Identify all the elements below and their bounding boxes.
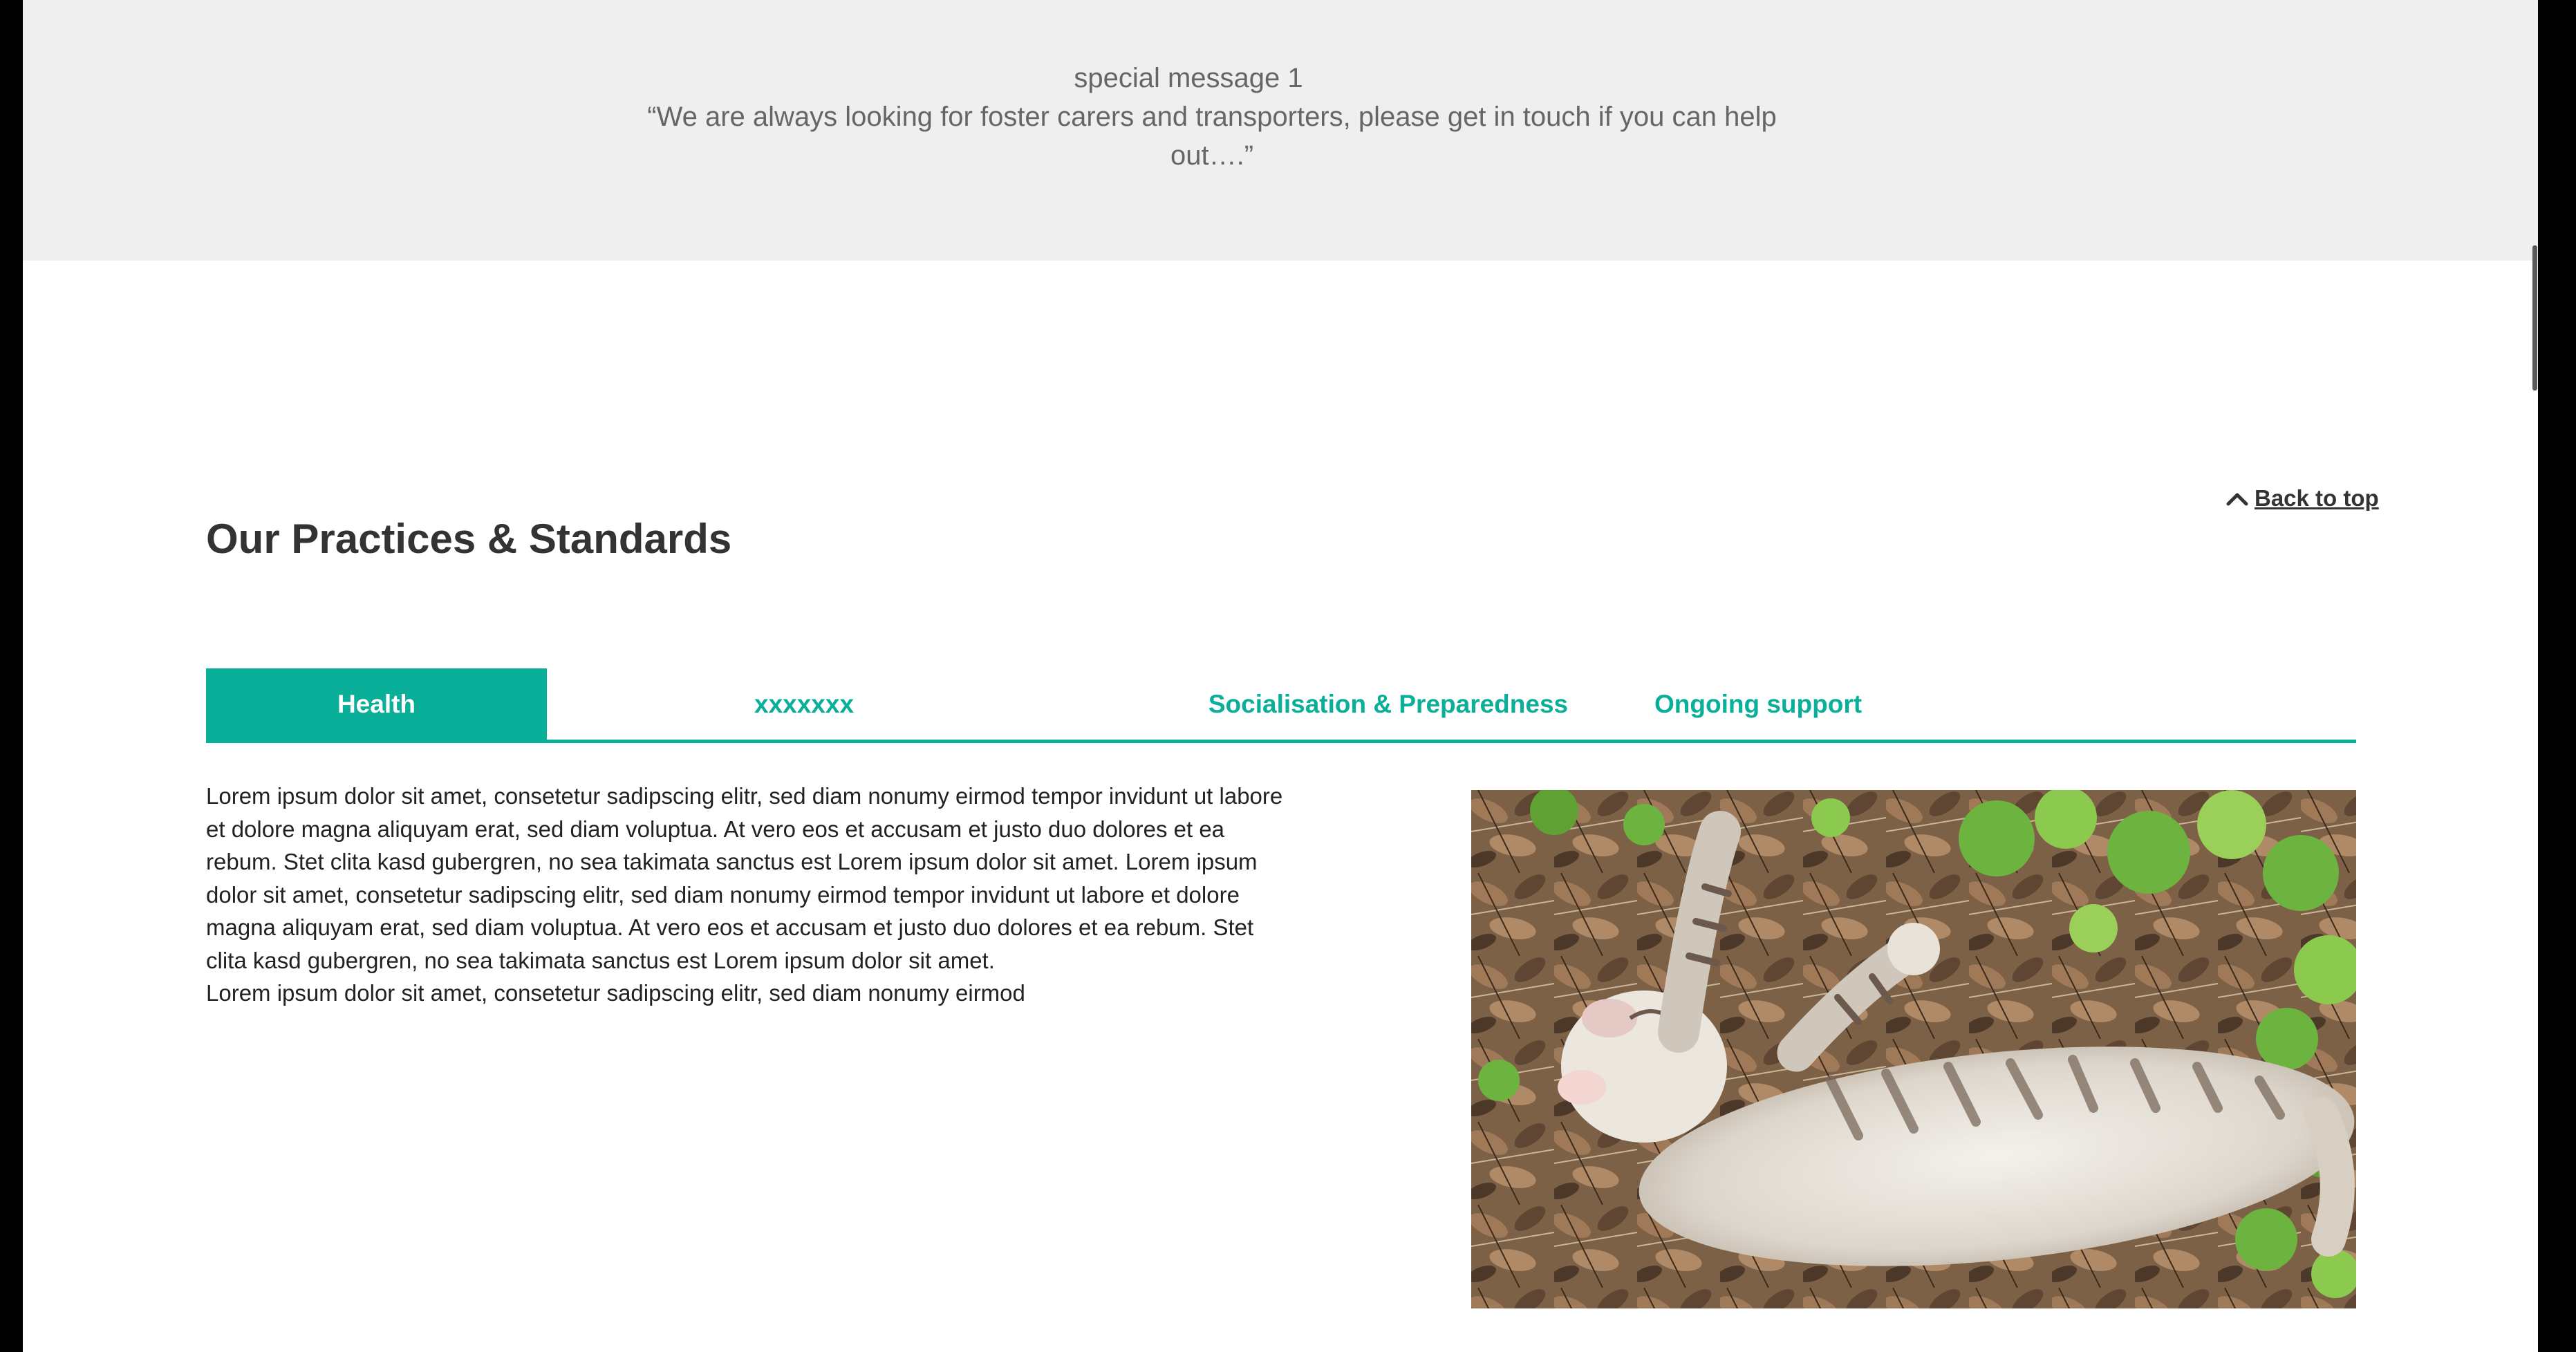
back-to-top-link[interactable]: Back to top [2225, 481, 2379, 516]
tab-xxxxxxx-label: xxxxxxx [754, 689, 855, 718]
scrollbar-track[interactable] [2538, 0, 2576, 1352]
special-message-quote: “We are always looking for foster carers… [647, 102, 1777, 171]
tab-ongoing-support[interactable]: Ongoing support [1654, 668, 1945, 740]
page-viewport: special message 1 “We are always looking… [23, 0, 2538, 1352]
cat-lying-on-leaves-image [1471, 790, 2356, 1308]
special-message-title: special message 1 [1074, 63, 1303, 93]
scrollbar-thumb[interactable] [2532, 245, 2537, 391]
back-to-top-label: Back to top [2255, 485, 2379, 511]
content-paragraph: Lorem ipsum dolor sit amet, consetetur s… [206, 783, 1283, 973]
special-message-band: special message 1 “We are always looking… [23, 0, 2538, 261]
tab-bar: Health xxxxxxx Socialisation & Preparedn… [206, 668, 2356, 743]
content-paragraph: Lorem ipsum dolor sit amet, consetetur s… [206, 980, 1025, 1006]
tab-health[interactable]: Health [206, 668, 547, 740]
tab-socialisation[interactable]: Socialisation & Preparedness [1126, 668, 1651, 740]
tab-content-text: Lorem ipsum dolor sit amet, consetetur s… [206, 780, 1291, 1010]
page-title: Our Practices & Standards [206, 516, 732, 562]
cat-photo [1471, 790, 2356, 1308]
chevron-up-icon [2226, 493, 2248, 506]
